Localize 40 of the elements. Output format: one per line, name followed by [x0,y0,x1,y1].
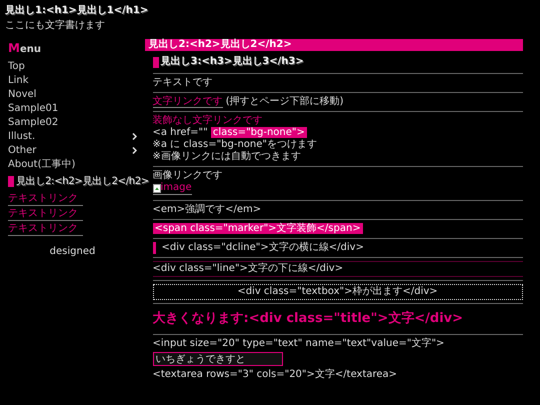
text-link[interactable]: テキストリンク [8,208,83,220]
large-title: 大きくなります:<div class="title">文字</div> [152,310,464,328]
body-text: テキストです [152,77,214,89]
section-heading: 見出し2:<h2>見出し2</h2> [144,39,522,51]
menu-item[interactable]: Top [8,60,25,72]
heading-marker [152,56,158,68]
text-link[interactable]: テキストリンク [8,222,83,236]
underlined-text: <div class="line">文字の下に線</div> [152,260,522,276]
code-text: <input size="20" type="text" name="text"value="文字"> [152,338,446,350]
sidebar-heading: 見出し2:<h2>見出し2</h2> [16,176,149,188]
image-link[interactable]: image [152,182,192,195]
text-link[interactable]: テキストリンク [8,192,83,206]
menu-item[interactable]: Sample02 [8,116,58,128]
bordered-text: <div class="textbox">枠が出ます</div> [152,284,522,300]
side-line-text: <div class="dcline">文字の横に線</div> [152,242,522,254]
menu-item[interactable]: Illust. [8,130,36,142]
note-text: ※a に class="bg-none"をつけます [152,139,318,151]
page-title: 見出し1:<h1>見出し1</h1> [5,5,150,17]
plain-link[interactable]: 装飾なし文字リンクです [152,115,522,127]
menu-item[interactable]: Sample01 [8,102,58,114]
subheading: 見出し3:<h3>見出し3</h3> [160,56,304,68]
designed-credit: designed [48,246,96,258]
highlighted-text: <span class="marker">文字装飾</span> [152,222,363,234]
body-text: 画像リンクです [152,170,224,182]
text-link[interactable]: 文字リンクです [152,96,222,108]
text-input[interactable]: いちぎょうできすと [152,352,282,366]
menu-item[interactable]: Novel [8,88,36,100]
menu-item[interactable]: Link [8,74,28,86]
code-text: <a href="" [152,127,208,138]
heading-marker [8,176,14,187]
note-text: ※画像リンクには自動でつきます [152,151,302,163]
code-text: <textarea rows="3" cols="20">文字</textarea> [152,368,398,380]
menu-item[interactable]: Other [8,144,36,156]
link-note: (押すとページ下部に移動) [226,96,344,107]
highlighted-code: class="bg-none"> [210,127,307,138]
broken-image-icon [152,184,160,192]
menu-title: Menu [8,42,42,56]
menu-item[interactable]: About(工事中) [8,158,76,170]
body-text: <em>強調です</em> [152,204,262,216]
page-subtitle: ここにも文字書けます [5,20,106,32]
